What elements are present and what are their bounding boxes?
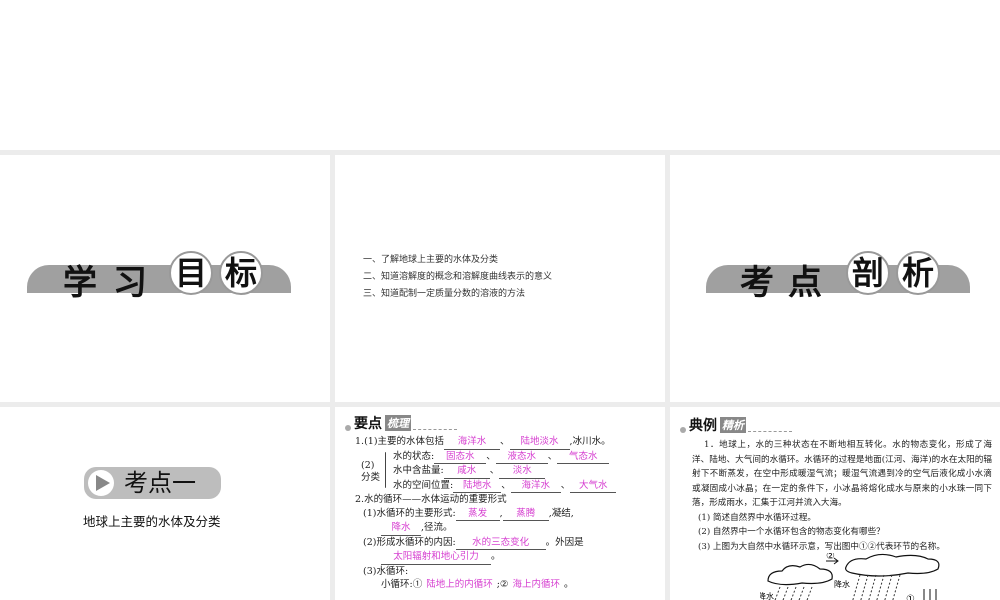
text: 淡水: [499, 464, 546, 479]
answer-sea-cycle: 海上内循环: [512, 579, 560, 590]
section-header: 要点 梳理: [345, 413, 457, 433]
figure-label: ②: [826, 553, 835, 562]
question: (2) 自然界中一个水循环包含的物态变化有哪些？: [698, 527, 885, 537]
text: (3)水循环:: [363, 565, 409, 577]
title-char-circle: 剖: [846, 251, 890, 295]
title-char: 习: [113, 263, 147, 303]
text: 大气水: [570, 479, 617, 493]
text: 蒸腾: [502, 507, 549, 521]
play-icon: [88, 470, 114, 496]
answer-land-cycle: 陆地上的内循环: [426, 579, 493, 590]
goal-item: 一、了解地球上主要的水体及分类: [363, 255, 499, 265]
small-cycle-label: 小循环:①: [381, 579, 423, 590]
goal-item: 二、知道溶解度的概念和溶解度曲线表示的意义: [363, 272, 553, 282]
figure-label: ①: [906, 594, 915, 600]
header-text: 要点: [354, 416, 382, 432]
divider: [413, 428, 457, 430]
slide-subtitle: 地球上主要的水体及分类: [83, 514, 221, 529]
title-char: 学: [63, 263, 97, 303]
text: 、: [501, 479, 511, 491]
text: 海洋水: [510, 479, 561, 493]
blank-area: [0, 0, 1000, 150]
text: 、: [560, 479, 571, 491]
divider: [748, 430, 792, 432]
text: 固态水: [434, 450, 487, 464]
title-banner: 学 习 目 标: [27, 251, 291, 303]
water-cycle-diagram: ② 降水 降水 ①: [760, 553, 940, 600]
title-char-circle: 目: [169, 251, 213, 295]
title-char: 考: [740, 263, 774, 303]
header-tag: 梳理: [385, 415, 411, 431]
text: 陆地水: [453, 479, 502, 493]
text: 陆地淡水: [509, 435, 570, 450]
text: 水中含盐量:: [393, 465, 444, 476]
text: 海洋水: [444, 435, 501, 450]
text: 咸水: [443, 464, 490, 479]
text: (2)形成水循环的内因:: [363, 536, 456, 548]
text: 蒸发: [455, 507, 500, 521]
slide-thumbnail-1[interactable]: 学 习 目 标: [0, 155, 330, 402]
slide-thumbnail-3[interactable]: 考 点 剖 析: [670, 155, 1000, 402]
text: ;②: [496, 579, 509, 590]
text: 。: [491, 551, 501, 562]
section-header: 典例 精析: [680, 415, 792, 435]
text: 、: [500, 436, 510, 447]
header-text: 典例: [689, 418, 717, 434]
text: 水的空间位置:: [393, 479, 454, 491]
title-banner: 考 点 剖 析: [706, 251, 970, 303]
title-char: 点: [788, 263, 822, 303]
text: 、: [489, 465, 500, 476]
text: 太阳辐射和地心引力: [381, 550, 491, 565]
text: 、: [547, 450, 558, 462]
slide-thumbnail-2[interactable]: 一、了解地球上主要的水体及分类 二、知道溶解度的概念和溶解度曲线表示的意义 三、…: [335, 155, 665, 402]
text: ,径流。: [421, 522, 453, 533]
question: (3) 上图为大自然中水循环示意，写出图中①②代表环节的名称。: [698, 541, 945, 552]
notes-content: 1.(1)主要的水体包括 海洋水、陆地淡水 ,冰川水。 (2)分类 水的状态: 固态水…: [355, 435, 617, 592]
header-tag: 精析: [720, 417, 746, 433]
bullet-dot: [345, 425, 351, 431]
slide-thumbnail-5[interactable]: 要点 梳理 1.(1)主要的水体包括 海洋水、陆地淡水 ,冰川水。 (2)分类 水的状…: [335, 407, 665, 600]
text: ,冰川水。: [569, 436, 611, 447]
slide-thumbnail-4[interactable]: 考点一 地球上主要的水体及分类: [0, 407, 330, 600]
text: 气态水: [557, 450, 610, 464]
title-char-circle: 标: [219, 251, 263, 295]
text: 水的状态:: [393, 450, 435, 462]
text: (1)水循环的主要形式:: [363, 507, 456, 519]
text: (2)分类: [361, 459, 381, 483]
example-content: 1．地球上，水的三种状态在不断地相互转化。水的物态变化，形成了海洋、陆地、大气间…: [692, 438, 992, 554]
goals-list: 一、了解地球上主要的水体及分类 二、知道溶解度的概念和溶解度曲线表示的意义 三、…: [363, 252, 552, 303]
figure-label: 降水: [834, 579, 850, 589]
text: 。外因是: [545, 536, 584, 548]
slide-thumbnail-6[interactable]: 典例 精析 1．地球上，水的三种状态在不断地相互转化。水的物态变化，形成了海洋、陆…: [670, 407, 1000, 600]
title-char-circle: 析: [896, 251, 940, 295]
text: 水的三态变化: [455, 536, 546, 550]
text: 、: [486, 450, 496, 462]
text: 2.水的循环——水体运动的重要形式: [355, 494, 507, 505]
figure-label: 降水: [760, 591, 774, 600]
text: 降水: [381, 521, 421, 536]
text: 液态水: [495, 450, 548, 464]
text: ,凝结,: [548, 507, 574, 519]
bullet-dot: [680, 427, 686, 433]
text: 1.(1)主要的水体包括: [355, 436, 445, 447]
goal-item: 三、知道配制一定质量分数的溶液的方法: [363, 289, 526, 299]
badge-text: 考点一: [124, 469, 196, 497]
question: (1) 简述自然界中水循环过程。: [698, 512, 817, 523]
kaodian-badge: 考点一: [84, 467, 221, 499]
text: 。: [563, 579, 574, 590]
example-paragraph: 1．地球上，水的三种状态在不断地相互转化。水的物态变化，形成了海洋、陆地、大气间…: [692, 440, 992, 508]
